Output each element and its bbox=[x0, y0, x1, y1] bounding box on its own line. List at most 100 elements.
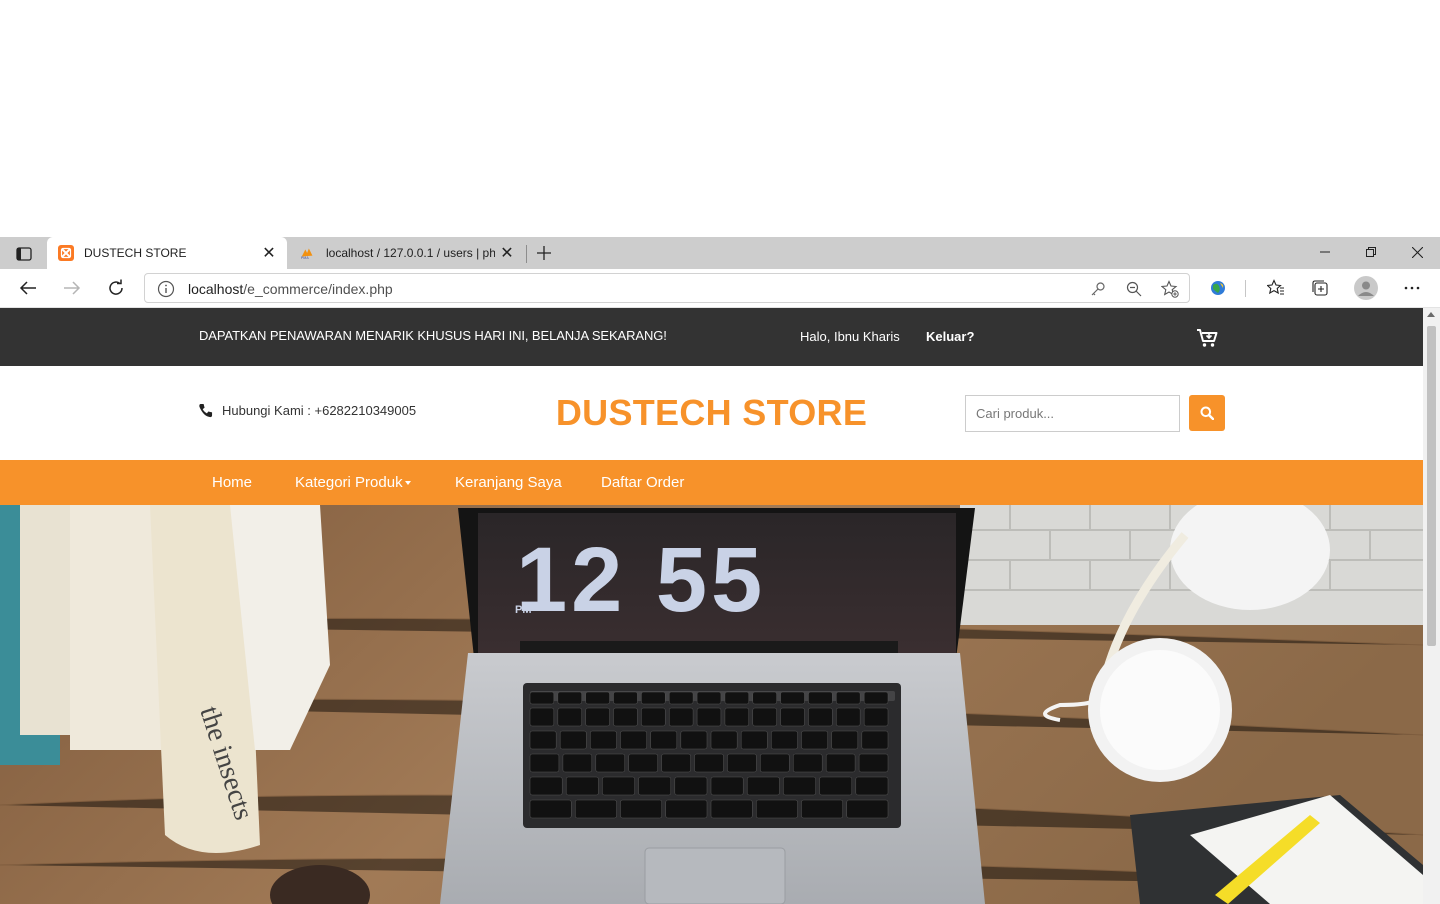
browser-toolbar: localhost/e_commerce/index.php bbox=[0, 269, 1440, 308]
keyboard-key bbox=[641, 707, 666, 727]
keyboard-key bbox=[740, 730, 768, 750]
clock-time: 12 55 bbox=[516, 529, 766, 631]
close-window-button[interactable] bbox=[1394, 237, 1440, 267]
clock-ampm: PM bbox=[515, 604, 532, 616]
avatar bbox=[1354, 276, 1378, 300]
address-bar[interactable]: localhost/e_commerce/index.php bbox=[144, 273, 1190, 303]
page-scrollbar[interactable] bbox=[1423, 308, 1440, 904]
keyboard-key bbox=[752, 707, 777, 727]
keyboard-key bbox=[595, 753, 625, 773]
keyboard-key bbox=[710, 730, 738, 750]
keyboard-key bbox=[641, 691, 666, 705]
keyboard-key bbox=[863, 691, 889, 705]
keyboard-key bbox=[565, 776, 599, 796]
main-nav: Home Kategori Produk Keranjang Saya Daft… bbox=[0, 460, 1423, 505]
keyboard-key bbox=[836, 707, 861, 727]
keyboard-key bbox=[529, 799, 572, 819]
chevron-down-icon bbox=[404, 481, 411, 486]
keyboard-key bbox=[793, 753, 823, 773]
blank-area bbox=[0, 0, 1440, 237]
back-arrow-icon bbox=[19, 281, 36, 295]
keyboard-key bbox=[780, 707, 805, 727]
minimize-button[interactable] bbox=[1302, 237, 1348, 267]
keyboard-key bbox=[727, 753, 757, 773]
search-icon bbox=[1200, 406, 1214, 420]
keyboard-key bbox=[724, 707, 750, 727]
refresh-icon bbox=[109, 279, 123, 295]
keyboard-key bbox=[819, 776, 853, 796]
keyboard-key bbox=[638, 776, 672, 796]
keyboard-key bbox=[559, 730, 587, 750]
collections-button[interactable] bbox=[1304, 273, 1336, 303]
extension-globe-icon bbox=[1211, 281, 1225, 295]
tab-phpmyadmin[interactable]: PMA localhost / 127.0.0.1 / users | php … bbox=[289, 237, 525, 269]
keyboard-key bbox=[861, 730, 889, 750]
tab-title: DUSTECH STORE bbox=[84, 246, 187, 260]
profile-button[interactable] bbox=[1350, 273, 1382, 303]
keyboard-key bbox=[529, 753, 560, 773]
info-icon[interactable] bbox=[157, 280, 175, 298]
password-key-icon[interactable] bbox=[1088, 279, 1108, 299]
keyboard-key bbox=[668, 707, 694, 727]
tab-actions-button[interactable] bbox=[10, 243, 38, 265]
keyboard-key bbox=[575, 799, 617, 819]
keyboard-key bbox=[650, 730, 678, 750]
favorites-button[interactable] bbox=[1260, 273, 1292, 303]
scroll-up-icon[interactable] bbox=[1427, 312, 1435, 317]
keyboard-key bbox=[674, 776, 708, 796]
refresh-button[interactable] bbox=[100, 273, 132, 303]
nav-item-home[interactable]: Home bbox=[212, 474, 252, 491]
keyboard-key bbox=[613, 691, 638, 705]
logout-link[interactable]: Keluar? bbox=[926, 329, 974, 344]
close-tab-icon[interactable]: ✕ bbox=[257, 241, 281, 265]
keyboard-key bbox=[590, 730, 617, 750]
keyboard-key bbox=[680, 730, 708, 750]
keyboard-key bbox=[529, 691, 555, 705]
cart-icon[interactable] bbox=[1196, 328, 1218, 348]
new-tab-button[interactable] bbox=[532, 241, 556, 265]
top-bar: DAPATKAN PENAWARAN MENARIK KHUSUS HARI I… bbox=[0, 308, 1423, 366]
hero-banner: the insects 12 55 PM bbox=[0, 505, 1423, 904]
scrollbar-thumb[interactable] bbox=[1427, 326, 1436, 646]
keyboard-key bbox=[863, 707, 889, 727]
keyboard-key bbox=[836, 691, 861, 705]
tab-dustech-store[interactable]: DUSTECH STORE ✕ bbox=[47, 237, 287, 269]
svg-text:PMA: PMA bbox=[301, 256, 309, 260]
keyboard-key bbox=[668, 691, 694, 705]
keyboard-key bbox=[585, 691, 610, 705]
keyboard-key bbox=[801, 799, 843, 819]
settings-menu-button[interactable] bbox=[1396, 273, 1428, 303]
keyboard-key bbox=[771, 730, 798, 750]
keyboard-key bbox=[831, 730, 859, 750]
keyboard-key bbox=[760, 753, 790, 773]
keyboard-key bbox=[557, 707, 582, 727]
forward-button[interactable] bbox=[56, 273, 88, 303]
search-input[interactable] bbox=[965, 395, 1180, 432]
keyboard-key bbox=[808, 707, 833, 727]
hero-image: the insects 12 55 PM bbox=[0, 505, 1423, 904]
search-button[interactable] bbox=[1189, 395, 1225, 431]
keyboard-key bbox=[557, 691, 582, 705]
url-text[interactable]: localhost/e_commerce/index.php bbox=[188, 281, 393, 297]
back-button[interactable] bbox=[12, 273, 44, 303]
nav-item-daftar-order[interactable]: Daftar Order bbox=[601, 474, 684, 491]
minimize-icon bbox=[1320, 251, 1330, 253]
add-favorite-icon[interactable] bbox=[1160, 279, 1180, 299]
keyboard-key bbox=[724, 691, 750, 705]
nav-item-keranjang-saya[interactable]: Keranjang Saya bbox=[455, 474, 562, 491]
restore-button[interactable] bbox=[1348, 237, 1394, 267]
close-tab-icon[interactable]: ✕ bbox=[495, 241, 519, 265]
zoom-out-icon[interactable] bbox=[1124, 279, 1144, 299]
page-viewport: DAPATKAN PENAWARAN MENARIK KHUSUS HARI I… bbox=[0, 308, 1423, 904]
keyboard-key bbox=[855, 776, 889, 796]
keyboard-key bbox=[752, 691, 777, 705]
keyboard-key bbox=[562, 753, 593, 773]
keyboard-key bbox=[710, 776, 744, 796]
keyboard-key bbox=[694, 753, 724, 773]
restore-icon bbox=[1366, 247, 1376, 257]
extension-button[interactable] bbox=[1202, 273, 1234, 303]
keyboard-key bbox=[602, 776, 635, 796]
nav-item-kategori-produk[interactable]: Kategori Produk bbox=[295, 474, 411, 491]
keyboard-key bbox=[756, 799, 798, 819]
tab-title: localhost / 127.0.0.1 / users | php bbox=[326, 246, 495, 260]
